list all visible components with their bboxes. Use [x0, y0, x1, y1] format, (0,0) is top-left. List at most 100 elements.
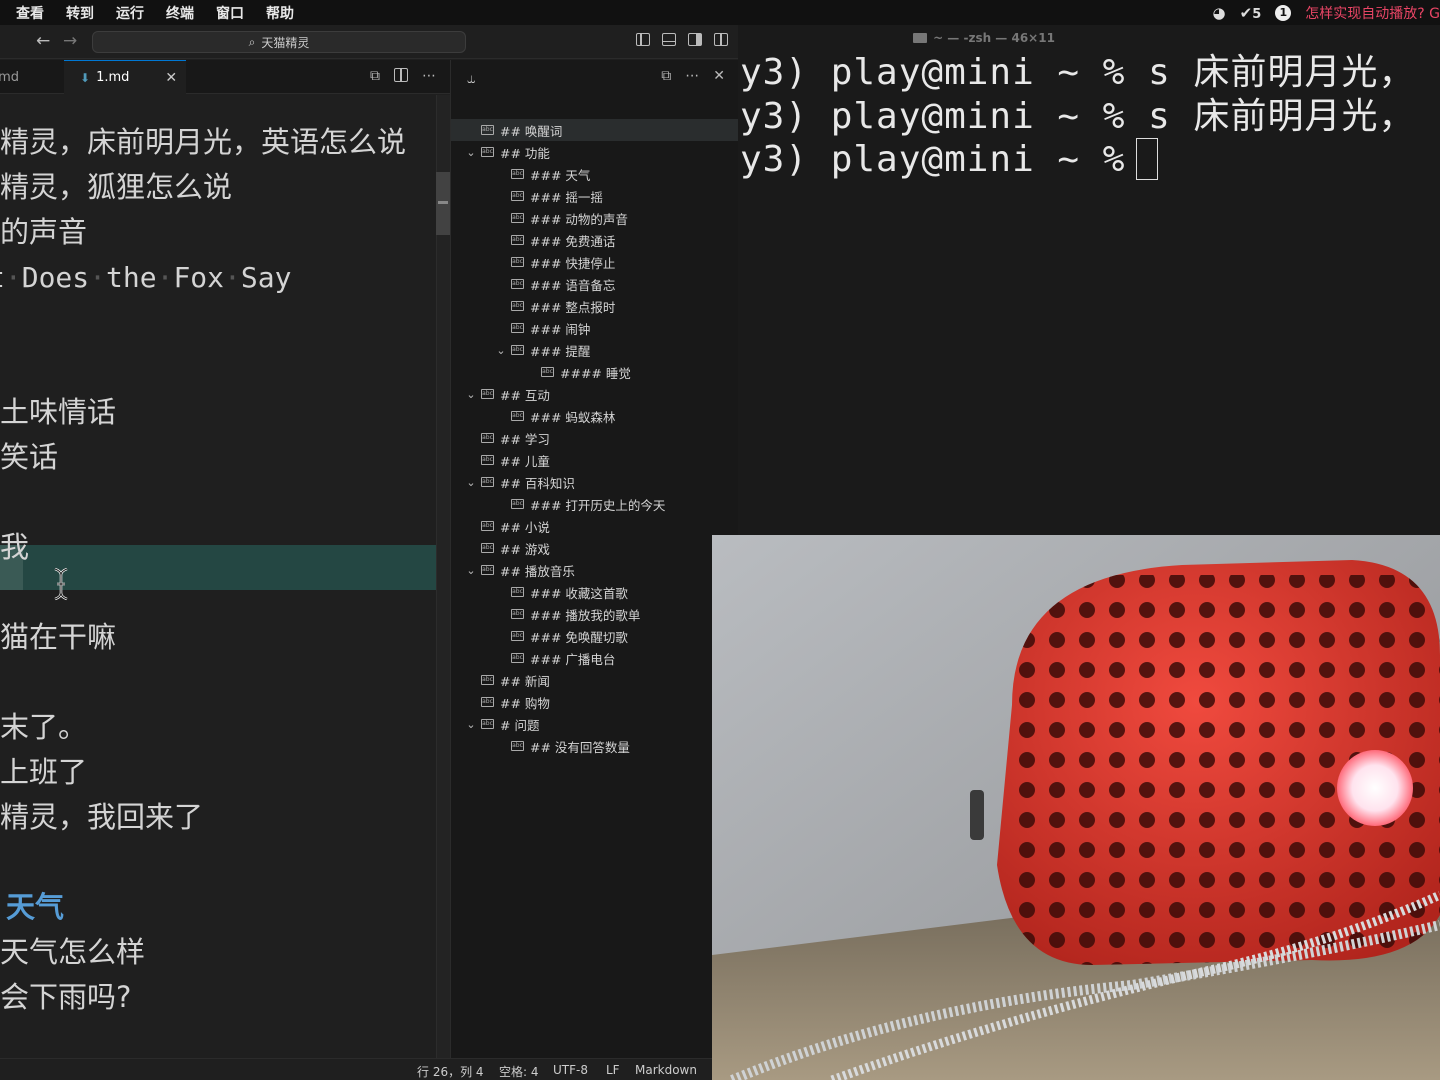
menu-view[interactable]: 查看 [16, 3, 44, 23]
folder-icon [913, 33, 928, 43]
outline-header: ⥿ ⧉ ⋯ ✕ [451, 60, 739, 94]
outline-item[interactable]: abc ## 小说 [451, 515, 739, 537]
chevron-down-icon[interactable]: ⌄ [465, 564, 477, 577]
outline-item[interactable]: abc ## 儿童 [451, 449, 739, 471]
outline-item[interactable]: abc ### 播放我的歌单 [451, 603, 739, 625]
scrollbar-marker [438, 201, 448, 204]
chevron-down-icon[interactable]: ⌄ [465, 718, 477, 731]
outline-item[interactable]: abc ### 整点报时 [451, 295, 739, 317]
toggle-secondary-sidebar-icon[interactable] [688, 33, 702, 46]
outline-item[interactable]: abc ### 打开历史上的今天 [451, 493, 739, 515]
back-arrow-icon[interactable]: ← [36, 31, 50, 51]
string-symbol-icon: abc [511, 609, 524, 619]
encoding[interactable]: UTF-8 [553, 1063, 588, 1077]
terminal-title: ~ — -zsh — 46×11 [933, 31, 1055, 45]
menu-go[interactable]: 转到 [66, 3, 94, 23]
outline-panel: ⥿ ⧉ ⋯ ✕ abc ## 唤醒词 ⌄ abc ## 功能 abc ### 天气 abc ##… [450, 60, 739, 1058]
notice-text[interactable]: 怎样实现自动播放? G [1305, 3, 1440, 23]
split-editor-icon[interactable] [394, 68, 408, 82]
string-symbol-icon: abc [511, 587, 524, 597]
cursor-position[interactable]: 行 26，列 4 [417, 1063, 484, 1080]
outline-item[interactable]: abc ### 快捷停止 [451, 251, 739, 273]
notice-badge[interactable]: 1 [1275, 4, 1292, 21]
command-center-search[interactable]: ⌕ 天猫精灵 [92, 31, 466, 53]
outline-item-label: ### 广播电台 [530, 651, 616, 667]
speaker-photo [712, 535, 1440, 1080]
chevron-down-icon[interactable]: ⌄ [495, 344, 507, 357]
string-symbol-icon: abc [481, 455, 494, 465]
string-symbol-icon: abc [481, 697, 494, 707]
outline-item[interactable]: abc ### 天气 [451, 163, 739, 185]
outline-item-label: ## 新闻 [500, 673, 550, 689]
outline-item[interactable]: abc ## 新闻 [451, 669, 739, 691]
terminal-line: y3) play@mini ~ % [740, 139, 1149, 180]
outline-item-label: ## 儿童 [500, 453, 550, 469]
terminal-line: y3) play@mini ~ % s 床前明月光， [740, 52, 1416, 93]
outline-item[interactable]: abc ### 动物的声音 [451, 207, 739, 229]
outline-item[interactable]: abc ## 游戏 [451, 537, 739, 559]
terminal-window[interactable]: ~ — -zsh — 46×11 y3) play@mini ~ % s 床前明… [738, 25, 1440, 535]
command-center-label: 天猫精灵 [261, 35, 310, 50]
string-symbol-icon: abc [481, 125, 494, 135]
more-actions-icon[interactable]: ⋯ [685, 68, 699, 84]
outline-item[interactable]: abc ### 蚂蚁森林 [451, 405, 739, 427]
outline-item[interactable]: abc ### 免唤醒切歌 [451, 625, 739, 647]
customize-layout-icon[interactable] [714, 33, 728, 46]
menu-help[interactable]: 帮助 [266, 3, 294, 23]
outline-item[interactable]: abc ### 收藏这首歌 [451, 581, 739, 603]
outline-item-label: ### 播放我的歌单 [530, 607, 641, 623]
tab-label: 1.md [96, 70, 130, 85]
toggle-primary-sidebar-icon[interactable] [636, 33, 650, 46]
outline-item[interactable]: abc ## 购物 [451, 691, 739, 713]
menu-run[interactable]: 运行 [116, 3, 144, 23]
open-preview-icon[interactable]: ⧉ [370, 68, 380, 84]
string-symbol-icon: abc [511, 279, 524, 289]
outline-item[interactable]: abc ## 学习 [451, 427, 739, 449]
outline-item[interactable]: ⌄ abc ### 提醒 [451, 339, 739, 361]
close-icon[interactable]: ✕ [713, 68, 725, 84]
chevron-down-icon[interactable]: ⌄ [465, 146, 477, 159]
close-icon[interactable]: ✕ [165, 70, 177, 86]
outline-item-label: ## 功能 [500, 145, 550, 161]
outline-item-label: ## 购物 [500, 695, 550, 711]
outline-item[interactable]: abc ### 闹钟 [451, 317, 739, 339]
outline-item[interactable]: abc ## 没有回答数量 [451, 735, 739, 757]
editor-area[interactable]: 精灵，床前明月光，英语怎么说精灵，狐狸怎么说的声音 t·Does·the·Fox·… [0, 95, 450, 1058]
outline-item-label: ## 游戏 [500, 541, 550, 557]
chevron-down-icon[interactable]: ⌄ [465, 476, 477, 489]
outline-item[interactable]: ⌄ abc ## 互动 [451, 383, 739, 405]
terminal-cursor [1136, 138, 1158, 180]
editor-line: 的声音 [0, 215, 88, 249]
outline-item[interactable]: abc ### 广播电台 [451, 647, 739, 669]
more-actions-icon[interactable]: ⋯ [422, 68, 436, 84]
collapse-all-icon[interactable]: ⧉ [661, 68, 671, 84]
string-symbol-icon: abc [511, 411, 524, 421]
outline-item[interactable]: abc ### 免费通话 [451, 229, 739, 251]
checkmark-status-icon[interactable]: ✔5 [1240, 4, 1262, 22]
outline-item[interactable]: ⌄ abc ## 功能 [451, 141, 739, 163]
outline-item[interactable]: abc ### 摇一摇 [451, 185, 739, 207]
forward-arrow-icon[interactable]: → [63, 31, 77, 51]
outline-item[interactable]: ⌄ abc ## 百科知识 [451, 471, 739, 493]
globe-icon[interactable]: ◕ [1213, 4, 1226, 22]
outline-item[interactable]: abc ## 唤醒词 [451, 119, 739, 141]
language-mode[interactable]: Markdown [635, 1063, 697, 1077]
outline-item[interactable]: abc #### 睡觉 [451, 361, 739, 383]
end-of-line[interactable]: LF [606, 1063, 620, 1077]
string-symbol-icon: abc [511, 235, 524, 245]
outline-item[interactable]: ⌄ abc ## 播放音乐 [451, 559, 739, 581]
outline-item[interactable]: ⌄ abc # 问题 [451, 713, 739, 735]
outline-item-label: ## 播放音乐 [500, 563, 575, 579]
menu-window[interactable]: 窗口 [216, 3, 244, 23]
outline-item[interactable]: abc ### 语音备忘 [451, 273, 739, 295]
chevron-down-icon[interactable]: ⌄ [465, 388, 477, 401]
status-bar: 行 26，列 4 空格: 4 UTF-8 LF Markdown [0, 1058, 738, 1080]
tab-previous-file[interactable]: .md [0, 60, 64, 94]
menu-terminal[interactable]: 终端 [166, 3, 194, 23]
outline-item-label: ### 收藏这首歌 [530, 585, 628, 601]
indentation[interactable]: 空格: 4 [499, 1063, 539, 1080]
terminal-line: y3) play@mini ~ % s 床前明月光， [740, 96, 1416, 137]
tab-1-md[interactable]: ⬇ 1.md ✕ [64, 60, 186, 94]
editor-scrollbar[interactable] [436, 95, 450, 1058]
toggle-panel-icon[interactable] [662, 33, 676, 46]
